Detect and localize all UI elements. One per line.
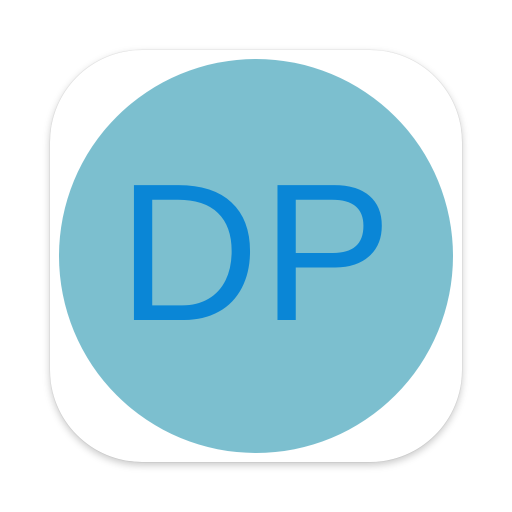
monogram-initials: DP	[117, 143, 395, 362]
app-icon-canvas: DP	[0, 0, 512, 512]
